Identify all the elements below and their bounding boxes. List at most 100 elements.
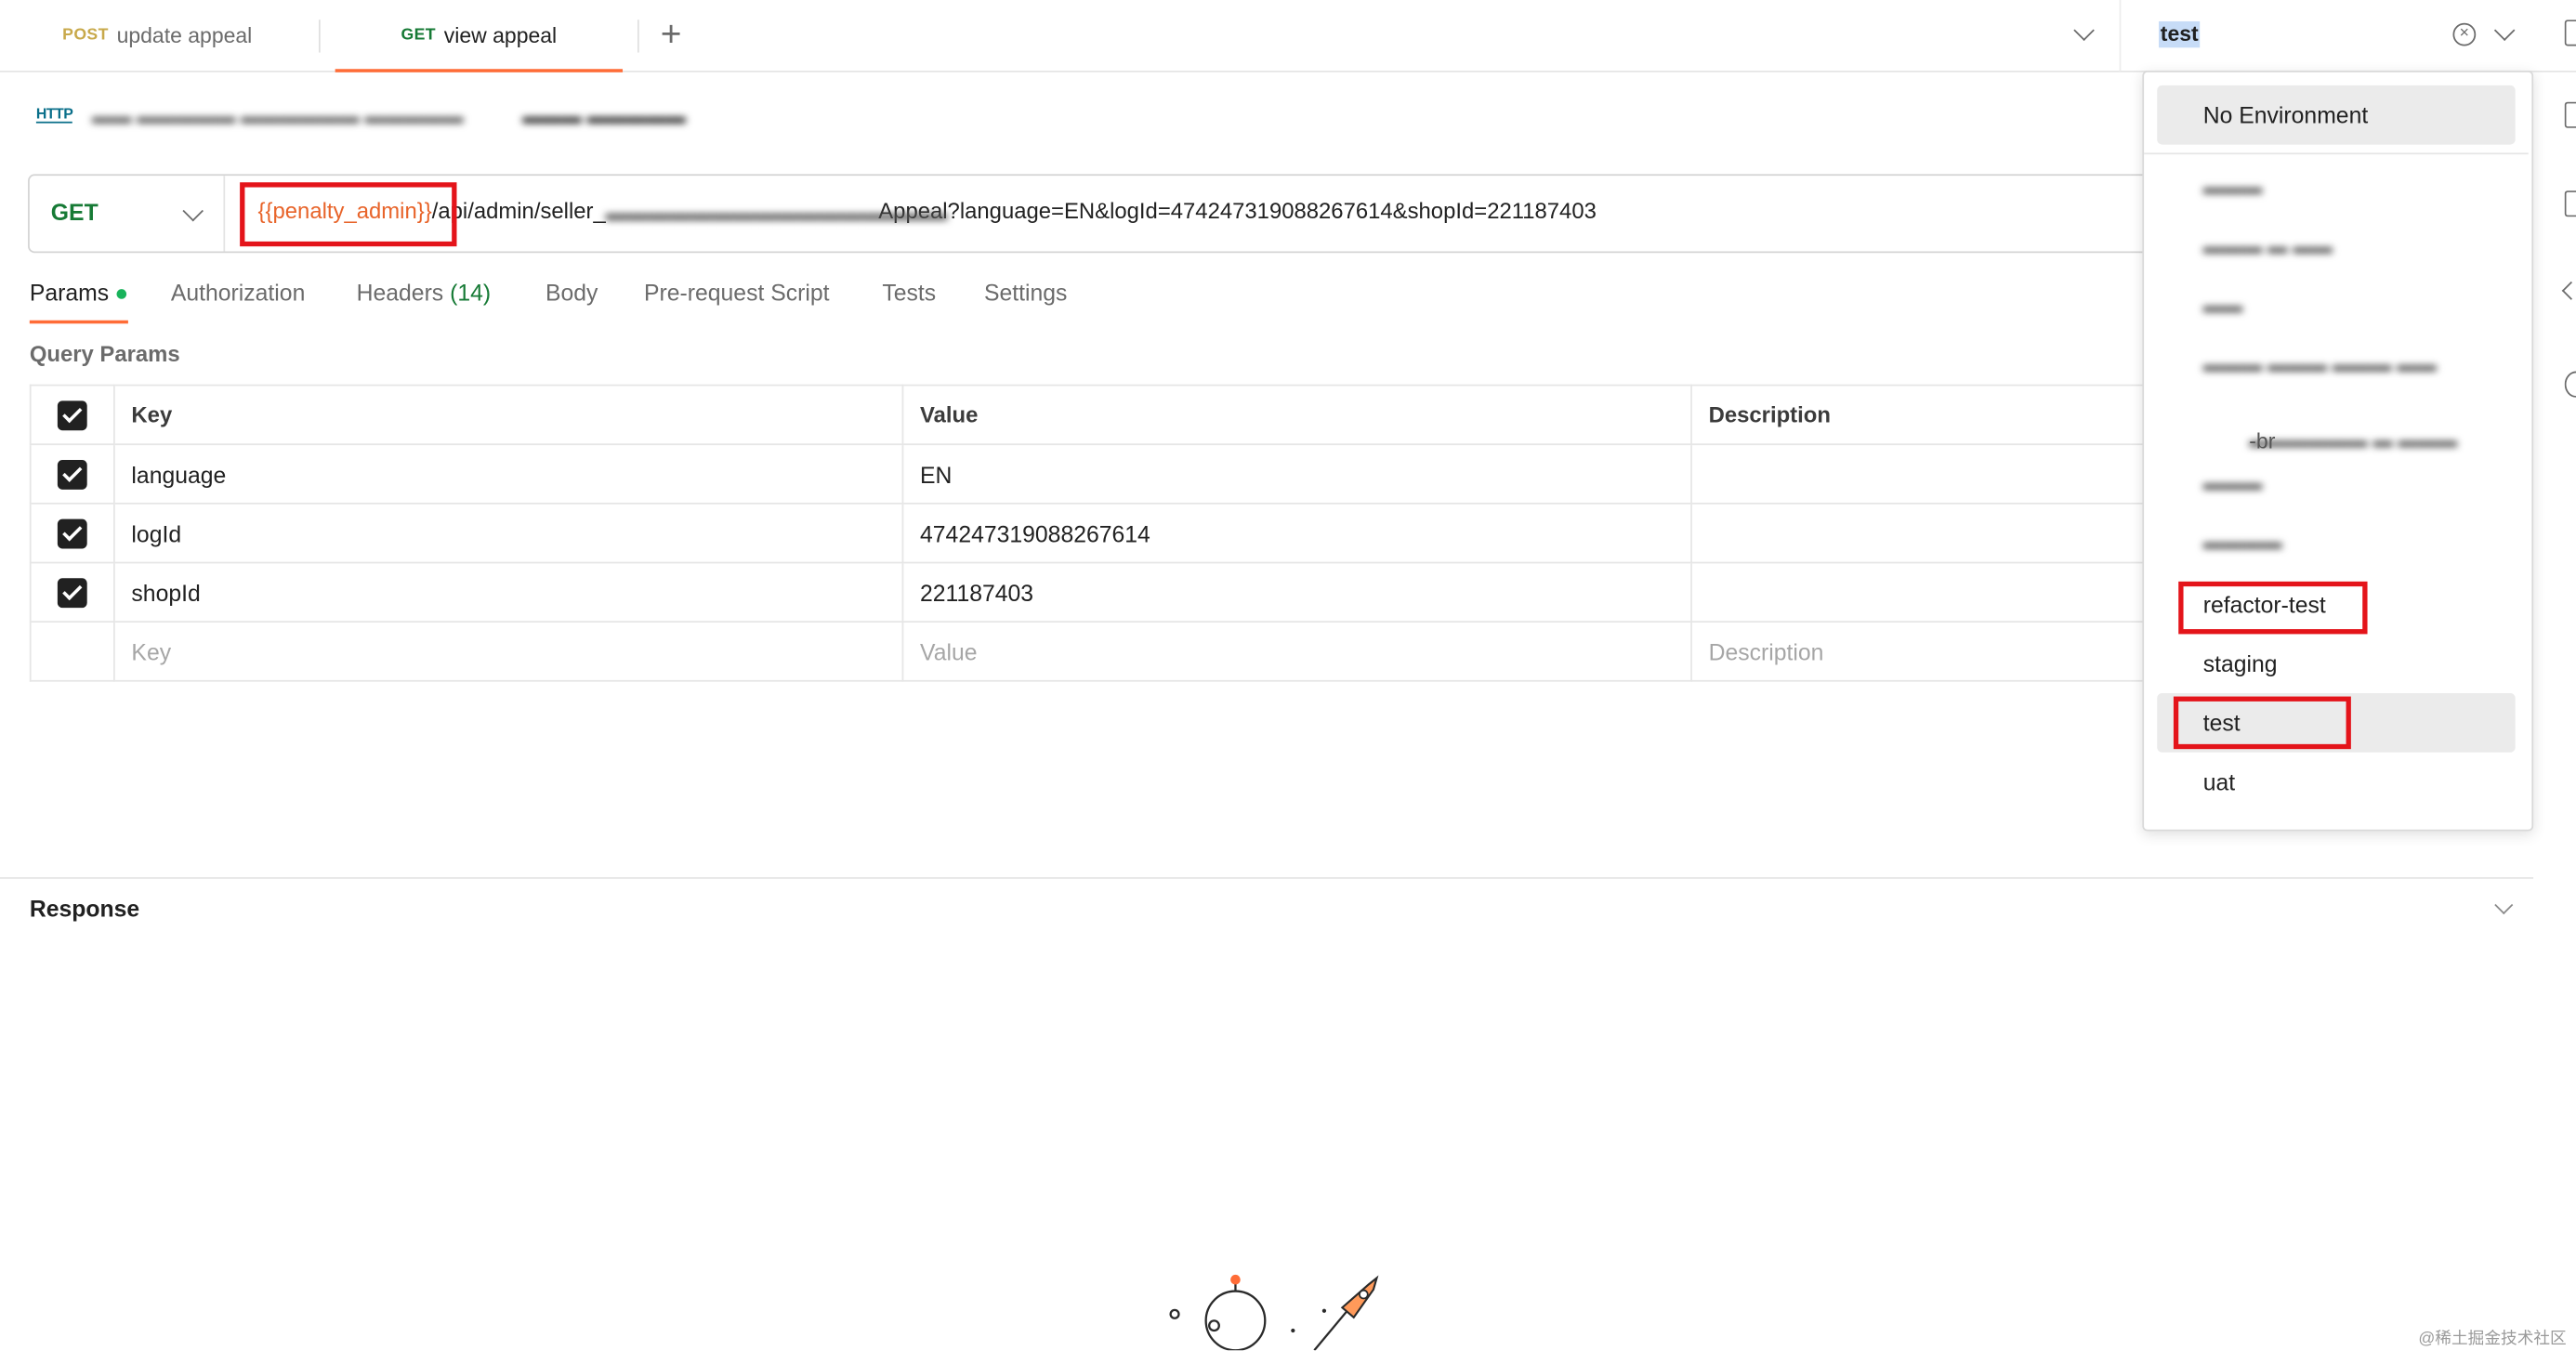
param-value-cell[interactable]: 474247319088267614	[901, 502, 1692, 564]
param-key-cell[interactable]: language	[112, 443, 904, 505]
refactor-test-highlight-box	[2178, 581, 2368, 635]
column-header-value: Value	[901, 384, 1692, 446]
column-header-description: Description	[1690, 384, 2166, 446]
params-active-dot-icon	[116, 289, 127, 299]
tab-settings[interactable]: Settings	[984, 280, 1067, 306]
environment-option-redacted[interactable]: ▬▬▬ ▬▬▬ ▬▬▬ ▬▬	[2157, 336, 2515, 396]
row-checkbox[interactable]	[57, 518, 87, 548]
option-label: uat	[2202, 768, 2236, 795]
param-description-cell[interactable]	[1690, 561, 2166, 623]
environment-option-redacted[interactable]: ▬▬▬▬	[2157, 514, 2515, 573]
breadcrumb-redacted-segment: ▬▬ ▬▬▬▬▬ ▬▬▬▬▬▬ ▬▬▬▬▬	[92, 105, 464, 128]
tab-update-appeal[interactable]: POST update appeal	[62, 0, 252, 71]
environment-option-no-environment[interactable]: No Environment	[2157, 85, 2516, 145]
environment-option-redacted[interactable]: ▬▬▬	[2157, 159, 2515, 218]
tab-body[interactable]: Body	[545, 280, 598, 306]
tab-label: Headers	[356, 279, 444, 306]
breadcrumb-redacted-current: ▬▬▬ ▬▬▬▬▬	[522, 105, 686, 128]
comments-icon[interactable]	[2564, 101, 2576, 128]
row-checkbox-cell	[29, 561, 115, 623]
param-description-cell[interactable]	[1690, 443, 2166, 505]
query-params-title: Query Params	[29, 341, 180, 367]
method-select-value: GET	[50, 198, 99, 226]
tab-label: Params	[29, 279, 110, 306]
headers-count: (14)	[450, 279, 492, 306]
new-tab-plus-icon[interactable]: +	[661, 13, 682, 56]
response-title: Response	[29, 895, 140, 922]
tab-divider	[637, 20, 639, 53]
tab-divider	[318, 20, 321, 53]
environment-selected-value[interactable]: test	[2159, 20, 2201, 48]
row-checkbox-cell	[29, 443, 115, 505]
select-all-checkbox[interactable]	[57, 400, 87, 430]
table-row: shopId 221187403	[29, 561, 2166, 623]
row-checkbox-cell	[29, 621, 115, 682]
documentation-icon[interactable]	[2564, 20, 2576, 46]
environment-option-staging[interactable]: staging	[2157, 634, 2515, 693]
active-tab-underline	[29, 320, 128, 324]
url-variable-highlight-box	[240, 182, 457, 247]
response-divider	[0, 877, 2534, 879]
related-info-icon[interactable]	[2564, 371, 2576, 398]
option-label-redacted: ▬▬	[2202, 294, 2243, 318]
table-row: logId 474247319088267614	[29, 502, 2166, 564]
dropdown-divider	[2144, 152, 2529, 155]
param-key-cell[interactable]: shopId	[112, 561, 904, 623]
new-key-placeholder[interactable]: Key	[112, 621, 904, 682]
table-row: language EN	[29, 443, 2166, 505]
tab-headers[interactable]: Headers (14)	[357, 280, 491, 306]
option-label-redacted: ▬▬▬ ▬▬▬ ▬▬▬ ▬▬	[2202, 353, 2437, 376]
new-value-placeholder[interactable]: Value	[901, 621, 1692, 682]
tab-name: update appeal	[116, 22, 253, 48]
environment-option-redacted[interactable]: ▬▬▬ ▬ ▬▬	[2157, 218, 2515, 278]
query-params-table: Key Value Description language EN logId …	[29, 384, 2166, 682]
info-panel-icon[interactable]	[2564, 190, 2576, 217]
http-request-icon: HTTP	[35, 105, 73, 124]
option-label-redacted: ▬▬▬▬	[2202, 531, 2282, 554]
param-value-cell[interactable]: 221187403	[901, 561, 1692, 623]
tab-label: Settings	[983, 279, 1068, 306]
column-header-key: Key	[112, 384, 904, 446]
astronaut-rocket-illustration-icon	[1169, 1274, 1379, 1351]
clear-environment-icon[interactable]: ×	[2452, 22, 2477, 46]
environment-option-redacted[interactable]: ▬▬▬	[2157, 455, 2515, 515]
param-key-cell[interactable]: logId	[112, 502, 904, 564]
environment-option-redacted[interactable]: ▬▬	[2157, 278, 2515, 337]
environment-option-uat[interactable]: uat	[2157, 753, 2515, 812]
tab-name: view appeal	[443, 22, 558, 48]
option-label: staging	[2202, 650, 2278, 677]
url-input[interactable]: {{penalty_admin}}/api/admin/seller_▬▬▬▬▬…	[258, 199, 1597, 225]
tab-method-label: GET	[401, 26, 436, 45]
option-label-redacted: ▬▬▬	[2202, 176, 2263, 199]
tab-method-label: POST	[62, 26, 109, 45]
watermark-text: @稀土掘金技术社区	[2418, 1330, 2567, 1349]
row-checkbox-cell	[29, 502, 115, 564]
new-description-placeholder[interactable]: Description	[1690, 621, 2166, 682]
row-checkbox[interactable]	[57, 577, 87, 608]
tab-label: Authorization	[170, 279, 306, 306]
param-description-cell[interactable]	[1690, 502, 2166, 564]
table-header-row: Key Value Description	[29, 384, 2166, 446]
row-checkbox[interactable]	[57, 459, 87, 490]
option-label-redacted: ▬▬▬ ▬ ▬▬	[2202, 234, 2333, 258]
tab-pre-request-script[interactable]: Pre-request Script	[644, 280, 829, 306]
tab-label: Body	[545, 279, 598, 306]
select-all-cell	[29, 384, 115, 446]
tab-view-appeal[interactable]: GET view appeal	[335, 0, 624, 72]
tab-params[interactable]: Params	[30, 280, 109, 306]
test-highlight-box	[2173, 696, 2351, 750]
tab-label: Pre-request Script	[644, 279, 830, 306]
tab-authorization[interactable]: Authorization	[171, 280, 305, 306]
option-label-suffix: -br	[2249, 428, 2276, 453]
table-row-new: Key Value Description	[29, 621, 2166, 682]
option-label: No Environment	[2202, 101, 2369, 128]
response-collapse-chevron-icon[interactable]	[2494, 896, 2514, 915]
url-path-start: /api/admin/seller_	[431, 198, 606, 224]
tab-tests[interactable]: Tests	[882, 280, 936, 306]
environment-option-redacted-br[interactable]: ▬▬▬▬▬▬ ▬ ▬▬▬ -br	[2157, 396, 2515, 455]
url-path-rest: Appeal?language=EN&logId=474247319088267…	[878, 198, 1597, 224]
param-value-cell[interactable]: EN	[901, 443, 1692, 505]
code-chevron-left-icon[interactable]	[2561, 281, 2576, 300]
option-label-redacted: ▬▬▬	[2202, 471, 2263, 495]
url-redacted-segment: ▬▬▬▬▬▬▬▬▬▬▬▬▬▬▬▬	[605, 200, 948, 226]
